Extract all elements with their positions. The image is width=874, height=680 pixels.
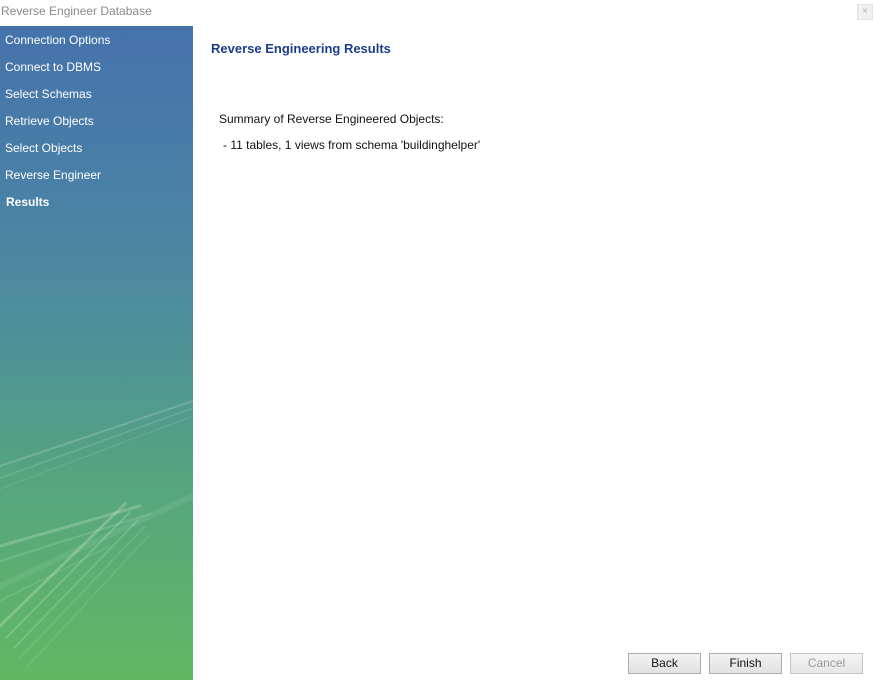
step-retrieve-objects: Retrieve Objects <box>5 114 94 128</box>
summary-heading: Summary of Reverse Engineered Objects: <box>219 112 444 126</box>
window-title: Reverse Engineer Database <box>1 4 152 18</box>
step-connect-to-dbms: Connect to DBMS <box>5 60 102 74</box>
wizard-steps-sidebar: Connection Options Connect to DBMS Selec… <box>0 26 193 680</box>
results-panel: Reverse Engineering Results Summary of R… <box>193 26 874 680</box>
step-results: Results <box>6 195 50 209</box>
page-title: Reverse Engineering Results <box>211 41 391 56</box>
step-select-schemas: Select Schemas <box>5 87 92 101</box>
reverse-engineer-dialog: Reverse Engineer Database × Connection O… <box>0 0 874 680</box>
step-reverse-engineer: Reverse Engineer <box>5 168 102 182</box>
step-connection-options: Connection Options <box>5 33 111 47</box>
cancel-button[interactable]: Cancel <box>790 653 863 674</box>
close-icon[interactable]: × <box>857 4 873 20</box>
back-button[interactable]: Back <box>628 653 701 674</box>
step-select-objects: Select Objects <box>5 141 83 155</box>
finish-button[interactable]: Finish <box>709 653 782 674</box>
title-bar: Reverse Engineer Database × <box>0 0 874 26</box>
summary-line: - 11 tables, 1 views from schema 'buildi… <box>223 138 481 152</box>
